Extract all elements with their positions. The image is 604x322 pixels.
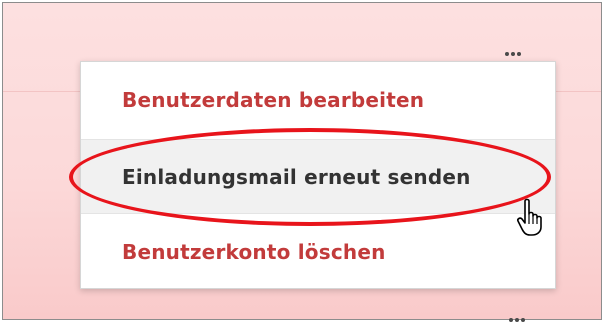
menu-item-label: Einladungsmail erneut senden [122, 164, 471, 189]
menu-item-label: Benutzerdaten bearbeiten [122, 88, 425, 112]
menu-item-resend-invitation[interactable]: Einladungsmail erneut senden [81, 139, 555, 214]
user-actions-dropdown: Benutzerdaten bearbeiten Einladungsmail … [80, 61, 556, 289]
kebab-menu-icon[interactable] [505, 52, 521, 56]
menu-item-edit-user[interactable]: Benutzerdaten bearbeiten [81, 62, 555, 138]
menu-item-delete-account[interactable]: Benutzerkonto löschen [81, 214, 555, 290]
menu-item-label: Benutzerkonto löschen [122, 240, 386, 264]
kebab-menu-icon[interactable] [509, 318, 525, 322]
hand-pointer-icon [517, 198, 542, 236]
